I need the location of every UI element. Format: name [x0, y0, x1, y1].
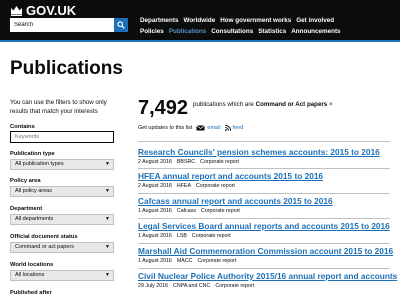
- results-count-text: publications which are: [193, 101, 254, 108]
- world-locations-value: All locations: [15, 272, 45, 278]
- nav-worldwide[interactable]: Worldwide: [184, 17, 216, 24]
- nav-get-involved[interactable]: Get involved: [296, 17, 334, 24]
- govuk-logo[interactable]: GOV.UK: [10, 3, 76, 18]
- result-type: Corporate report: [215, 283, 255, 289]
- result-organisation: Cafcass: [176, 208, 197, 214]
- chevron-down-icon: ▼: [105, 188, 110, 194]
- result-type: Corporate report: [196, 183, 235, 189]
- policy-area-select[interactable]: All policy areas ▼: [10, 186, 114, 197]
- results-divider: [138, 218, 390, 219]
- official-document-status-value: Command or act papers: [15, 244, 74, 250]
- result-organisation: LSB: [176, 233, 187, 239]
- official-document-status-label: Official document status: [10, 234, 78, 240]
- published-after-label: Published after: [10, 290, 52, 296]
- chevron-down-icon: ▼: [105, 244, 110, 250]
- chevron-down-icon: ▼: [105, 161, 110, 167]
- keywords-input[interactable]: [10, 131, 114, 143]
- result-title-link[interactable]: Cafcass annual report and accounts 2015 …: [138, 196, 333, 206]
- email-label: email: [207, 125, 221, 131]
- official-document-status-select[interactable]: Command or act papers ▼: [10, 242, 114, 253]
- search-input[interactable]: [10, 18, 114, 32]
- world-locations-select[interactable]: All locations ▼: [10, 270, 114, 281]
- feed-link[interactable]: feed: [224, 125, 244, 131]
- result-title-link[interactable]: Research Councils' pension schemes accou…: [138, 147, 380, 157]
- get-updates: Get updates to this list email feed: [138, 125, 243, 131]
- nav-policies[interactable]: Policies: [140, 28, 164, 35]
- nav-announcements[interactable]: Announcements: [291, 28, 340, 35]
- results-description: publications which are Command or Act pa…: [193, 101, 333, 108]
- result-meta: 1 August 2016 LSB Corporate report: [138, 233, 236, 239]
- applied-filter: Command or Act papers: [255, 101, 328, 108]
- policy-area-label: Policy area: [10, 178, 41, 184]
- email-link[interactable]: email: [196, 125, 221, 131]
- chevron-down-icon: ▼: [105, 272, 110, 278]
- nav-publications[interactable]: Publications: [169, 28, 206, 35]
- result-organisation: HFEA: [176, 183, 192, 189]
- result-meta: 29 July 2016 CNPA and CNC Corporate report: [138, 283, 259, 289]
- result-title-link[interactable]: Civil Nuclear Police Authority 2015/16 a…: [138, 271, 397, 281]
- nav-statistics[interactable]: Statistics: [258, 28, 286, 35]
- result-organisation: CNPA and CNC: [173, 283, 211, 289]
- envelope-icon: [196, 125, 206, 131]
- result-date: 1 August 2016: [138, 208, 172, 214]
- department-value: All departments: [15, 216, 54, 222]
- nav-how-government-works[interactable]: How government works: [220, 17, 291, 24]
- department-label: Department: [10, 206, 43, 212]
- result-title-link[interactable]: Marshall Aid Commemoration Commission ac…: [138, 246, 393, 256]
- main-nav-row-2: Policies Publications Consultations Stat…: [140, 28, 341, 35]
- chevron-down-icon: ▼: [105, 216, 110, 222]
- result-type: Corporate report: [201, 208, 240, 214]
- result-date: 2 August 2016: [138, 159, 172, 165]
- result-type: Corporate report: [191, 233, 231, 239]
- policy-area-value: All policy areas: [15, 188, 52, 194]
- results-count: 7,492: [138, 97, 189, 119]
- result-date: 2 August 2016: [138, 183, 172, 189]
- result-meta: 2 August 2016 BBSRC Corporate report: [138, 159, 244, 165]
- crown-icon: [11, 6, 22, 16]
- result-type: Corporate report: [197, 258, 237, 264]
- contains-label: Contains: [10, 124, 35, 130]
- results-divider: [138, 243, 390, 244]
- result-date: 1 August 2016: [138, 258, 172, 264]
- result-meta: 1 August 2016 MACC Corporate report: [138, 258, 241, 264]
- search-icon: [117, 21, 125, 29]
- result-title-link[interactable]: Legal Services Board annual reports and …: [138, 221, 390, 231]
- results-divider: [138, 193, 390, 194]
- filter-intro: You can use the filters to show only res…: [10, 99, 107, 115]
- result-meta: 2 August 2016 HFEA Corporate report: [138, 183, 240, 189]
- results-divider: [138, 168, 390, 169]
- world-locations-label: World locations: [10, 262, 54, 268]
- feed-label: feed: [232, 125, 244, 131]
- get-updates-label: Get updates to this list: [138, 125, 193, 131]
- search-button[interactable]: [114, 18, 128, 32]
- result-meta: 1 August 2016 Cafcass Corporate report: [138, 208, 245, 214]
- main-nav-row-1: Departments Worldwide How government wor…: [140, 17, 334, 24]
- result-date: 29 July 2016: [138, 283, 169, 289]
- logo-text: GOV.UK: [26, 3, 77, 18]
- publication-type-value: All publication types: [15, 161, 64, 167]
- remove-filter-button[interactable]: ×: [329, 101, 333, 108]
- publication-type-select[interactable]: All publication types ▼: [10, 159, 114, 170]
- nav-departments[interactable]: Departments: [140, 17, 179, 24]
- site-header: GOV.UK Departments Worldwide How governm…: [0, 0, 400, 40]
- result-organisation: BBSRC: [176, 159, 196, 165]
- nav-consultations[interactable]: Consultations: [211, 28, 253, 35]
- results-divider: [138, 141, 390, 142]
- department-select[interactable]: All departments ▼: [10, 214, 114, 225]
- result-title-link[interactable]: HFEA annual report and accounts 2015 to …: [138, 171, 323, 181]
- header-accent-bar: [0, 40, 400, 42]
- publication-type-label: Publication type: [10, 151, 55, 157]
- result-type: Corporate report: [200, 159, 239, 165]
- rss-icon: [224, 125, 231, 131]
- page-title: Publications: [10, 58, 123, 79]
- result-date: 1 August 2016: [138, 233, 172, 239]
- results-divider: [138, 268, 390, 269]
- result-organisation: MACC: [176, 258, 193, 264]
